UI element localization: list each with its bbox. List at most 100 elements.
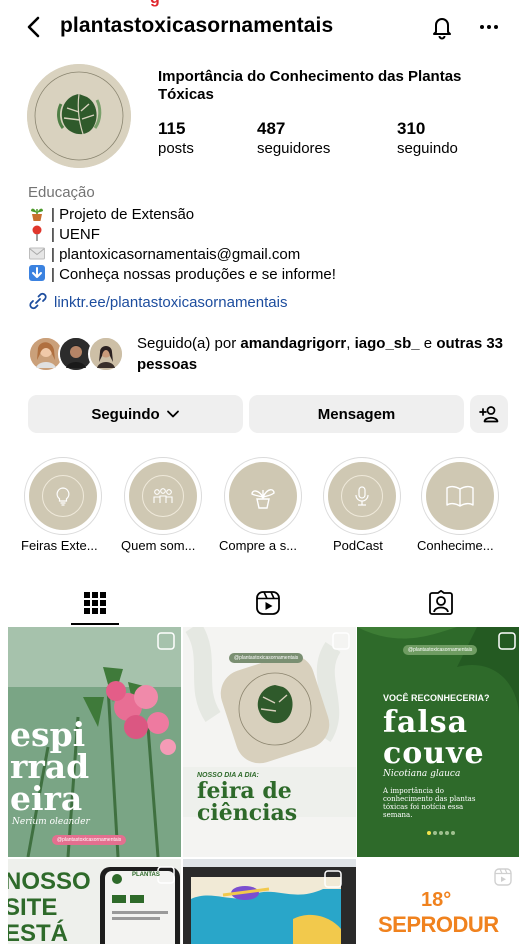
highlight-item[interactable] [420,457,500,535]
post-title-line: ESTÁ [8,920,69,944]
stat-following-label: seguindo [397,140,458,157]
lightbulb-icon [56,487,70,506]
reels-icon [256,591,280,615]
post-thumbnail[interactable]: PLANTAS NOSSO SITE ESTÁ [8,859,181,944]
post-tag: @plantastoxicasornamentais [52,835,127,845]
following-button[interactable]: Seguindo [28,395,243,433]
message-button-label: Mensagem [317,405,396,423]
monstera-logo-icon [27,64,131,168]
mutual-followers-text[interactable]: Seguido(a) por amandagrigorr, iago_sb_ e… [137,333,512,375]
more-options-button[interactable] [474,13,504,41]
post-title-line: SEPRODUR [378,912,499,937]
down-arrow-icon [29,265,45,281]
microphone-icon [355,486,369,506]
tab-tagged[interactable] [391,583,491,623]
followed-separator: , [346,335,355,352]
tab-reels[interactable] [218,583,318,623]
post-body-line: semana. [383,811,413,819]
mutual-user-2[interactable]: iago_sb_ [355,335,420,352]
bio-line: | plantoxicasornamentais@gmail.com [28,244,300,265]
highlight-label: Quem som... [121,538,196,553]
highlight-label: PodCast [333,538,383,553]
tab-grid[interactable] [45,583,145,623]
status-banner-text: g [150,0,160,8]
illustration-icon [183,859,356,944]
post-title-line: eira [10,779,83,818]
followed-prefix: Seguido(a) por [137,335,241,352]
post-title-line: falsa [383,705,469,740]
tab-active-indicator [71,623,119,625]
post-thumbnail[interactable] [183,859,356,944]
post-tag: @plantastoxicasornamentais [403,645,478,655]
post-thumbnail[interactable]: espi rrad eira Nerium oleander @plantast… [8,627,181,857]
post-body-line: A importância do [383,787,444,795]
post-title-line: 18° [421,889,452,911]
seedling-pot-icon [251,489,275,509]
add-person-icon [479,406,499,423]
grid-icon [84,592,106,614]
suggest-people-button[interactable] [470,395,508,433]
bio-line: | Conheça nossas produções e se informe! [28,264,336,285]
open-book-icon [446,485,474,507]
stat-followers-value: 487 [257,119,286,138]
highlight-item[interactable] [23,457,103,535]
profile-username: plantastoxicasornamentais [60,14,334,37]
bio-link[interactable]: linktr.ee/plantastoxicasornamentais [28,291,287,311]
bio-text: | UENF [51,226,100,243]
profile-category: Educação [28,184,95,201]
post-title-line: couve [383,736,485,771]
follower-avatar [88,336,124,372]
highlight-item[interactable] [322,457,402,535]
more-dots-icon [480,25,498,29]
pin-icon [32,225,42,241]
bio-line: | UENF [28,224,100,245]
potted-plant-icon [31,208,43,221]
stat-posts[interactable]: 115 posts [158,119,194,159]
bio-line: | Projeto de Extensão [28,204,194,225]
tagged-icon [429,590,453,615]
link-icon [29,292,47,310]
highlight-item[interactable] [223,457,303,535]
profile-avatar[interactable] [27,64,131,168]
bio-text: | Projeto de Extensão [51,206,195,223]
post-thumbnail[interactable]: @plantastoxicasornamentais NOSSO DIA A D… [183,627,356,857]
post-subtitle: Nerium oleander [12,817,90,827]
post-thumbnail[interactable]: @plantastoxicasornamentais VOCÊ RECONHEC… [357,627,519,857]
bio-link-text[interactable]: linktr.ee/plantastoxicasornamentais [54,294,287,311]
mutual-user-1[interactable]: amandagrigorr [240,335,346,352]
post-kicker: VOCÊ RECONHECERIA? [383,693,490,703]
highlight-label: Feiras Exte... [21,538,98,553]
stat-posts-label: posts [158,140,194,157]
post-phone-text: PLANTAS [132,872,160,878]
post-subtitle: Nicotiana glauca [383,769,461,779]
highlight-label: Conhecime... [417,538,494,553]
notifications-button[interactable] [428,13,456,41]
top-bar: plantastoxicasornamentais [0,8,519,46]
back-button[interactable] [22,14,48,40]
person-photo-icon [90,338,122,370]
post-thumbnail[interactable]: 18° SEPRODUR [357,859,519,944]
bio-text: | plantoxicasornamentais@gmail.com [51,246,301,263]
stat-following[interactable]: 310 seguindo [397,119,458,159]
followed-and: e [419,335,437,352]
status-strip: g [0,0,519,8]
message-button[interactable]: Mensagem [249,395,464,433]
post-title-line: SITE [8,894,58,921]
stat-posts-value: 115 [158,119,186,138]
highlight-item[interactable] [123,457,203,535]
stat-following-value: 310 [397,119,426,138]
post-body-line: tóxicas foi notícia essa [383,803,464,811]
people-icon [153,488,173,503]
reel-badge-icon [494,868,512,886]
following-button-label: Seguindo [91,405,160,423]
post-body-line: conhecimento das plantas [383,795,476,803]
chevron-left-icon [27,16,40,38]
stat-followers-label: seguidores [257,140,331,157]
profile-display-name: Importância do Conhecimento das Plantas … [158,68,462,103]
chevron-down-icon [166,410,179,418]
bio-text: | Conheça nossas produções e se informe! [51,266,336,283]
post-title-line: NOSSO [8,868,91,895]
mutual-followers[interactable]: Seguido(a) por amandagrigorr, iago_sb_ e… [28,333,508,375]
post-title-line: feira de [197,778,292,804]
stat-followers[interactable]: 487 seguidores [257,119,330,159]
